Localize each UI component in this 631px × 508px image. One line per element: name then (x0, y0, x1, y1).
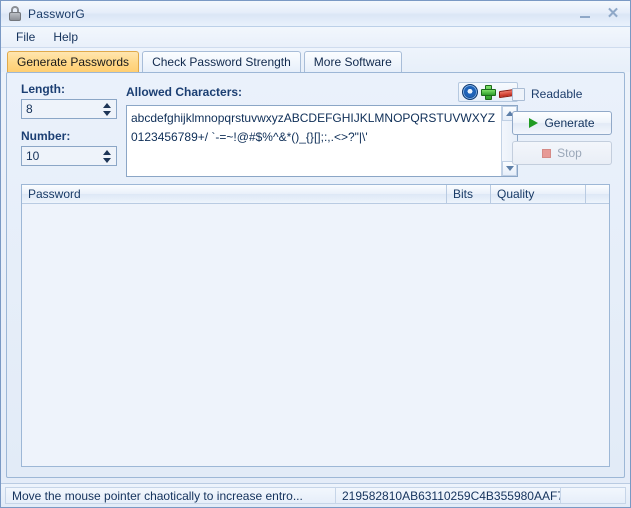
menu-bar: File Help (1, 27, 630, 48)
stop-button[interactable]: Stop (512, 141, 612, 165)
chevron-up-icon[interactable] (103, 149, 111, 155)
length-stepper-arrows[interactable] (100, 101, 114, 117)
length-stepper[interactable] (21, 99, 117, 119)
tab-check-password-strength[interactable]: Check Password Strength (142, 51, 301, 72)
actions-column: Readable Generate Stop (512, 87, 616, 171)
charset-toolbar (458, 82, 518, 102)
readable-label: Readable (531, 87, 583, 101)
close-icon: ✕ (606, 4, 620, 22)
tab-more-software[interactable]: More Software (303, 51, 402, 72)
column-header-password[interactable]: Password (22, 185, 447, 203)
generate-button[interactable]: Generate (512, 111, 612, 135)
column-header-filler (586, 185, 609, 203)
settings-area: Length: Number: (7, 73, 624, 177)
allowed-characters-column: Allowed Characters: abcdefghijklmnopqrst… (126, 82, 518, 177)
menu-item-file[interactable]: File (8, 28, 43, 46)
status-message: Move the mouse pointer chaotically to in… (5, 487, 335, 504)
minimize-button[interactable] (572, 3, 598, 23)
length-label: Length: (21, 82, 65, 96)
allowed-characters-value[interactable]: abcdefghijklmnopqrstuvwxyzABCDEFGHIJKLMN… (131, 109, 499, 147)
tab-generate-passwords[interactable]: Generate Passwords (7, 51, 140, 72)
window-controls: ✕ (572, 3, 626, 23)
play-icon (529, 118, 539, 128)
passworg-window: PassworG ✕ File Help Generate Passwords … (0, 0, 631, 508)
results-grid-body[interactable] (22, 204, 609, 466)
stop-icon (542, 148, 552, 158)
chevron-up-icon[interactable] (103, 102, 111, 108)
readable-checkbox[interactable] (512, 87, 525, 101)
close-button[interactable]: ✕ (600, 3, 626, 23)
stop-button-label: Stop (557, 146, 582, 160)
chevron-down-icon[interactable] (103, 110, 111, 116)
title-bar: PassworG ✕ (1, 1, 630, 27)
menu-item-help[interactable]: Help (45, 28, 86, 46)
length-number-column: Length: Number: (21, 82, 117, 176)
minimize-icon (580, 15, 590, 18)
padlock-icon (8, 6, 22, 21)
status-bar-spacer (560, 487, 626, 504)
generate-button-label: Generate (544, 116, 595, 130)
results-grid-header: Password Bits Quality (22, 185, 609, 204)
entropy-pool-value: 219582810AB63110259C4B355980AAF7 (335, 487, 564, 504)
allowed-characters-field[interactable]: abcdefghijklmnopqrstuvwxyzABCDEFGHIJKLMN… (126, 105, 518, 177)
column-header-bits[interactable]: Bits (447, 185, 491, 203)
column-header-quality[interactable]: Quality (491, 185, 586, 203)
number-stepper[interactable] (21, 146, 117, 166)
results-grid[interactable]: Password Bits Quality (21, 184, 610, 467)
status-bar: Move the mouse pointer chaotically to in… (1, 483, 630, 507)
length-input[interactable] (22, 101, 94, 117)
generate-passwords-panel: Length: Number: (6, 72, 625, 478)
window-title: PassworG (28, 6, 85, 21)
add-characters-icon[interactable] (480, 84, 496, 100)
allowed-characters-header: Allowed Characters: (126, 82, 518, 102)
chevron-down-icon[interactable] (103, 157, 111, 163)
readable-checkbox-row[interactable]: Readable (512, 87, 616, 101)
tab-strip: Generate Passwords Check Password Streng… (1, 48, 630, 72)
number-label: Number: (21, 129, 71, 143)
allowed-characters-label: Allowed Characters: (126, 85, 243, 99)
number-input[interactable] (22, 148, 94, 164)
charset-presets-icon[interactable] (462, 84, 478, 100)
number-stepper-arrows[interactable] (100, 148, 114, 164)
